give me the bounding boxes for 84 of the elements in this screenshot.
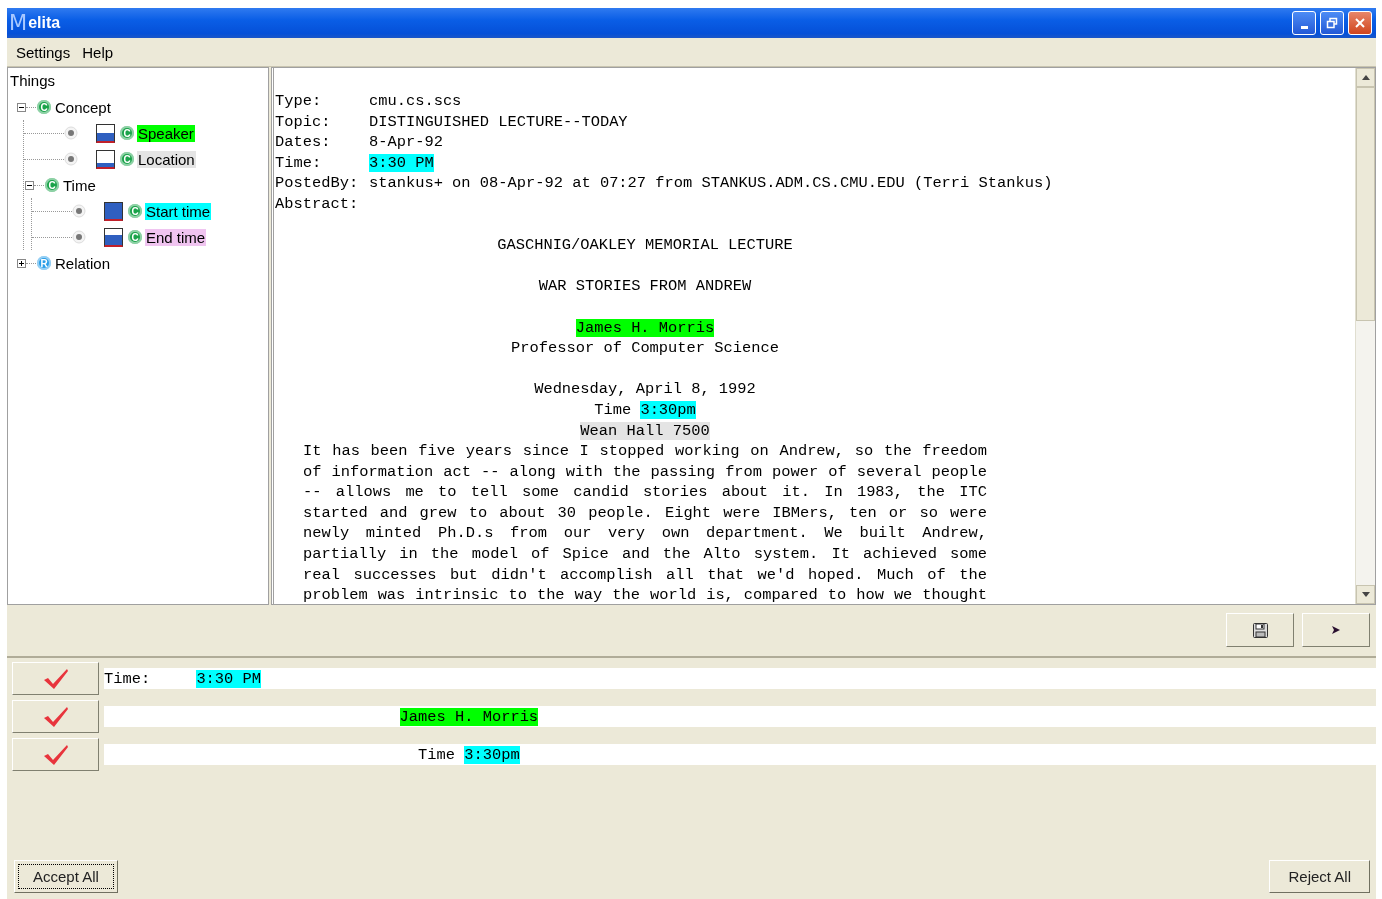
- accept-all-button[interactable]: Accept All: [14, 860, 118, 893]
- paragraph-line: -- allows me to tell some candid stories about it. In 1983, the ITC: [303, 483, 987, 502]
- field-label: Abstract:: [275, 194, 359, 213]
- field-label: PostedBy:: [275, 174, 359, 193]
- app-logo: M: [9, 12, 28, 34]
- collapse-icon[interactable]: [25, 180, 34, 190]
- class-badge: C: [45, 178, 59, 192]
- floppy-icon: [1252, 622, 1268, 638]
- text-line: WAR STORIES FROM ANDREW: [538, 277, 752, 296]
- reject-all-button[interactable]: Reject All: [1269, 860, 1370, 893]
- field-label: Type:: [275, 92, 322, 110]
- field-value: 8-Apr-92: [369, 133, 443, 152]
- text-line: Time: [594, 400, 632, 419]
- tree-item[interactable]: End time: [145, 228, 207, 246]
- paragraph-line: started and grew to about 30 people. Eight were IBMers, ten or so were: [303, 503, 987, 522]
- accept-button[interactable]: [12, 738, 99, 771]
- highlighted-text: 3:30 PM: [369, 153, 434, 172]
- tree-item[interactable]: Start time: [145, 202, 212, 220]
- accept-button[interactable]: [12, 700, 99, 733]
- highlighted-text: 3:30 PM: [196, 669, 262, 688]
- minimize-icon: [1300, 25, 1308, 29]
- field-value: DISTINGUISHED LECTURE--TODAY: [369, 112, 628, 131]
- field-value: cmu.cs.scs: [369, 92, 462, 110]
- scroll-thumb[interactable]: [1356, 87, 1375, 321]
- tree-title: Things: [10, 72, 56, 89]
- next-button[interactable]: [1302, 613, 1370, 647]
- tree-item[interactable]: Concept: [54, 98, 112, 116]
- field-label: Topic:: [275, 112, 331, 131]
- paragraph-line: real successes but didn't accomplish all that we'd hoped. Much of the: [303, 565, 987, 584]
- level-square: [96, 123, 115, 143]
- play-arrow-icon: [1331, 625, 1341, 635]
- radio-icon[interactable]: [72, 230, 86, 244]
- paragraph-line: partially in the model of Spice and the Alto system. It achieved some: [303, 545, 987, 564]
- highlighted-text: James H. Morris: [399, 707, 539, 726]
- radio-icon[interactable]: [72, 204, 86, 218]
- checkmark-icon: [42, 705, 69, 728]
- accept-button[interactable]: [12, 662, 99, 695]
- class-badge: R: [37, 256, 51, 270]
- collapse-icon[interactable]: [17, 102, 26, 112]
- field-label: Dates:: [275, 133, 331, 152]
- scrollbar[interactable]: [1355, 68, 1375, 604]
- level-square: [96, 149, 115, 169]
- text-line: GASCHNIG/OAKLEY MEMORIAL LECTURE: [497, 236, 793, 255]
- field-label: Time:: [275, 153, 322, 172]
- text-line: Professor of Computer Science: [511, 339, 779, 358]
- minimize-button[interactable]: [1292, 11, 1316, 35]
- paragraph-line: It has been five years since I stopped working on Andrew, so the freedom: [303, 442, 987, 461]
- highlighted-text: 3:30pm: [464, 745, 520, 764]
- down-arrow-icon[interactable]: [1361, 592, 1370, 597]
- tree-item[interactable]: Time: [62, 176, 97, 194]
- highlighted-text: James H. Morris: [575, 318, 715, 337]
- paragraph-line: of information act -- along with the passing from power of several people: [303, 462, 987, 481]
- class-badge: C: [37, 100, 51, 114]
- class-badge: C: [120, 152, 134, 166]
- menu-item[interactable]: Help: [77, 41, 119, 63]
- radio-icon[interactable]: [64, 152, 78, 166]
- up-arrow-icon[interactable]: [1361, 75, 1370, 80]
- radio-icon[interactable]: [64, 126, 78, 140]
- tree-item[interactable]: Relation: [54, 254, 112, 272]
- text-line: Wednesday, April 8, 1992: [534, 380, 756, 399]
- level-square: [104, 201, 123, 221]
- restore-button[interactable]: [1320, 11, 1344, 35]
- window-title: elita: [28, 14, 62, 32]
- paragraph-line: problem was intrinsic to the way the world is, compared to how we thought: [303, 586, 987, 604]
- class-badge: C: [128, 230, 142, 244]
- result-text: Time:: [104, 669, 151, 688]
- class-badge: C: [120, 126, 134, 140]
- highlighted-text: 3:30pm: [640, 400, 696, 419]
- highlighted-text: Wean Hall 7500: [580, 421, 710, 440]
- close-icon: [1354, 17, 1366, 29]
- checkmark-icon: [42, 667, 69, 690]
- menu-item[interactable]: Settings: [11, 41, 76, 63]
- tree-item[interactable]: Speaker: [137, 124, 195, 142]
- expand-icon[interactable]: [17, 258, 26, 268]
- field-value: stankus+ on 08-Apr-92 at 07:27 from STANKUS.ADM.CS.CMU.EDU (Terri Stankus): [369, 174, 1053, 193]
- class-badge: C: [128, 204, 142, 218]
- paragraph-line: newly minted Ph.D.s from our very own department. We built Andrew,: [303, 524, 987, 543]
- restore-icon: [1326, 17, 1338, 29]
- level-square: [104, 227, 123, 247]
- tree-item[interactable]: Location: [137, 150, 196, 168]
- save-button[interactable]: [1226, 613, 1294, 647]
- result-text: Time: [418, 745, 455, 764]
- checkmark-icon: [42, 743, 69, 766]
- close-button[interactable]: [1348, 11, 1372, 35]
